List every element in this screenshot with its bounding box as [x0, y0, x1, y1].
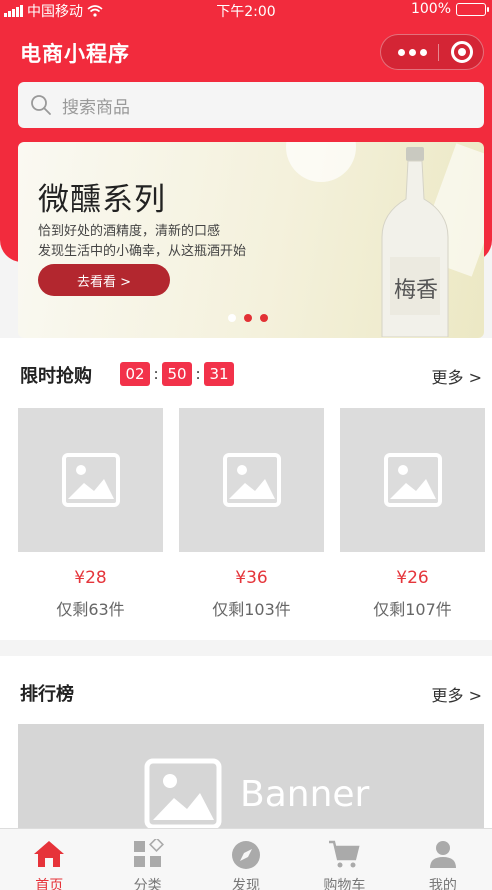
ranking-more-link[interactable]: 更多 >	[432, 682, 483, 706]
home-icon	[34, 841, 65, 867]
product-stock: 仅剩103件	[212, 600, 291, 619]
banner-decoration	[286, 142, 356, 182]
image-placeholder-icon	[61, 453, 120, 507]
category-icon	[133, 839, 164, 867]
product-stock: 仅剩107件	[373, 600, 452, 619]
bottom-tab-bar: 首页 分类 发现 购物车 我的	[0, 828, 492, 890]
flash-sale-more-link[interactable]: 更多 >	[432, 364, 483, 388]
product-card[interactable]: ¥36 仅剩103件	[179, 408, 324, 620]
user-icon	[429, 841, 456, 868]
product-image	[179, 408, 324, 552]
bottle-label: 梅香	[394, 278, 438, 303]
banner-subtitle: 恰到好处的酒精度，清新的口感	[38, 224, 221, 239]
product-card[interactable]: ¥28 仅剩63件	[18, 408, 163, 620]
product-image	[340, 408, 485, 552]
image-placeholder-icon	[222, 453, 281, 507]
search-input[interactable]: 搜索商品	[18, 82, 484, 128]
search-placeholder: 搜索商品	[62, 97, 130, 118]
indicator-dot[interactable]	[228, 314, 236, 322]
ranking-title: 排行榜	[20, 684, 74, 705]
tab-category[interactable]: 分类	[98, 829, 196, 890]
more-dots-icon[interactable]	[393, 35, 431, 69]
capsule-divider	[438, 44, 439, 61]
banner-subtitle: 发现生活中的小确幸，从这瓶酒开始	[38, 244, 247, 259]
countdown-separator: :	[195, 365, 201, 383]
battery-icon	[456, 2, 489, 16]
product-price: ¥36	[235, 568, 268, 588]
indicator-dot[interactable]	[244, 314, 252, 322]
image-placeholder-icon	[383, 453, 442, 507]
tab-profile[interactable]: 我的	[394, 829, 492, 890]
banner-title: 微醺系列	[38, 182, 166, 218]
tab-label: 首页	[35, 878, 64, 890]
product-image	[18, 408, 163, 552]
tab-home[interactable]: 首页	[0, 829, 98, 890]
indicator-dot[interactable]	[260, 314, 268, 322]
flash-sale-products: ¥28 仅剩63件 ¥36 仅剩103件 ¥26 仅剩107件	[18, 408, 485, 620]
countdown-minutes: 50	[162, 362, 192, 386]
tab-label: 购物车	[323, 878, 366, 890]
product-card[interactable]: ¥26 仅剩107件	[340, 408, 485, 620]
product-price: ¥28	[74, 568, 107, 588]
countdown-timer: 02 : 50 : 31	[120, 362, 234, 386]
navbar: 电商小程序	[0, 26, 492, 78]
tab-label: 发现	[232, 878, 261, 890]
app-title: 电商小程序	[20, 42, 130, 66]
target-circle-icon[interactable]	[451, 41, 473, 63]
flash-sale-section: 限时抢购 02 : 50 : 31 更多 > ¥28 仅剩63件 ¥36 仅剩1…	[0, 338, 492, 640]
countdown-hours: 02	[120, 362, 150, 386]
tab-discover[interactable]: 发现	[197, 829, 295, 890]
product-stock: 仅剩63件	[56, 600, 125, 619]
banner-placeholder-text: Banner	[240, 774, 370, 815]
promo-banner[interactable]: 微醺系列 恰到好处的酒精度，清新的口感 发现生活中的小确幸，从这瓶酒开始 去看看…	[18, 142, 484, 338]
countdown-separator: :	[153, 365, 159, 383]
product-price: ¥26	[396, 568, 429, 588]
banner-indicators	[228, 314, 268, 322]
mini-program-capsule	[380, 34, 484, 70]
image-placeholder-icon	[144, 758, 222, 830]
tab-label: 分类	[133, 878, 162, 890]
battery-percent: 100%	[410, 1, 451, 17]
banner-cta-button[interactable]: 去看看 >	[38, 264, 170, 296]
wine-bottle-image: 梅香	[381, 147, 449, 337]
cart-icon	[329, 840, 360, 868]
tab-label: 我的	[428, 878, 457, 890]
tab-cart[interactable]: 购物车	[295, 829, 393, 890]
countdown-seconds: 31	[204, 362, 234, 386]
flash-sale-title: 限时抢购	[20, 366, 92, 387]
status-bar: 中国移动 下午2:00 100%	[0, 0, 492, 20]
search-icon	[31, 95, 51, 115]
compass-icon	[232, 841, 261, 869]
